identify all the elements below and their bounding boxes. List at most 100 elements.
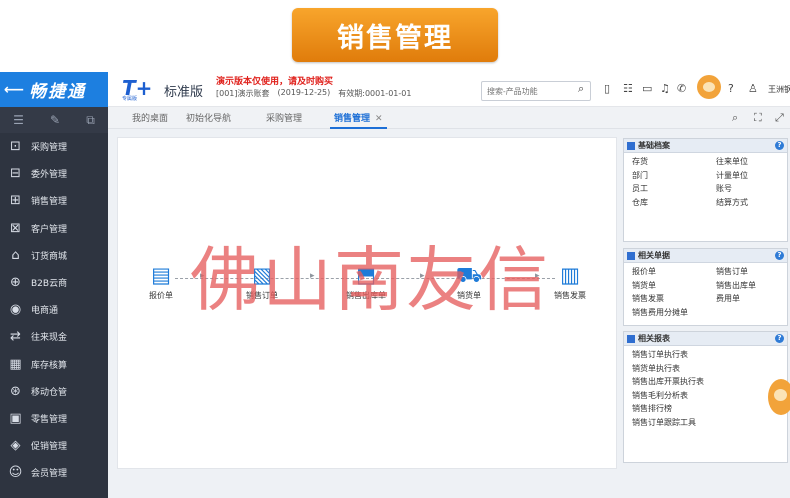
panel-link[interactable]: 销售发票 bbox=[632, 292, 716, 306]
assistant-mascot[interactable] bbox=[768, 379, 790, 415]
checklist-icon[interactable]: ☷ bbox=[623, 82, 633, 95]
sidebar-item[interactable]: ⇄ 往来现金 bbox=[0, 323, 108, 350]
sidebar-item[interactable]: ⌂ 订货商城 bbox=[0, 242, 108, 269]
panel-link[interactable]: 销售费用分摊单 bbox=[632, 306, 716, 320]
back-arrow-icon[interactable]: ⟵ bbox=[4, 82, 24, 98]
user-name[interactable]: 王洲钢 bbox=[768, 84, 790, 95]
panel-header: 基础档案 ? bbox=[624, 139, 787, 153]
close-icon[interactable]: ✕ bbox=[375, 114, 383, 124]
report-link[interactable]: 销售订单执行表 bbox=[632, 348, 782, 362]
message-icon[interactable]: ▭ bbox=[642, 82, 652, 95]
assistant-avatar[interactable] bbox=[697, 75, 721, 99]
report-link[interactable]: 销售订单跟踪工具 bbox=[632, 416, 782, 430]
help-icon[interactable]: ? bbox=[775, 141, 784, 150]
mall-icon: ⌂ bbox=[11, 247, 20, 263]
sidebar-item[interactable]: ⊡ 采购管理 bbox=[0, 133, 108, 160]
panel-link[interactable]: 销售出库单 bbox=[716, 279, 790, 293]
sidebar-item[interactable]: ⊠ 客户管理 bbox=[0, 215, 108, 242]
expand-icon[interactable]: ⤢ bbox=[775, 111, 784, 125]
panel-link[interactable]: 员工 bbox=[632, 182, 716, 196]
sidebar-brand[interactable]: ⟵ 畅捷通 bbox=[0, 72, 108, 107]
quote-icon: ▤ bbox=[151, 263, 171, 287]
panel-link[interactable]: 结算方式 bbox=[716, 196, 790, 210]
archive-icon bbox=[627, 141, 635, 150]
panel-basic-archives: 基础档案 ? 存货 往来单位 部门 计量单位 员工 账号 仓库 结算方式 bbox=[623, 138, 788, 242]
account-name: [001]演示账套 bbox=[216, 89, 270, 98]
report-link[interactable]: 销售出库开票执行表 bbox=[632, 375, 782, 389]
sidebar-item[interactable]: ◉ 电商通 bbox=[0, 296, 108, 323]
help-icon[interactable]: ? bbox=[775, 334, 784, 343]
retail-icon: ▣ bbox=[9, 410, 22, 426]
menu-icon[interactable]: ☰ bbox=[13, 113, 24, 127]
panel-link[interactable]: 费用单 bbox=[716, 292, 790, 306]
account-info: [001]演示账套 (2019-12-25) 有效期:0001-01-01 bbox=[216, 88, 411, 99]
sidebar-item-label: 促销管理 bbox=[31, 442, 68, 453]
panel-header: 相关单据 ? bbox=[624, 249, 787, 263]
panel-header: 相关报表 ? bbox=[624, 332, 787, 346]
sidebar-item-label: 采购管理 bbox=[31, 143, 68, 154]
product-logo-sub: 专属版 bbox=[122, 96, 138, 102]
report-link[interactable]: 销售排行榜 bbox=[632, 402, 782, 416]
search-icon[interactable]: ⌕ bbox=[578, 82, 584, 96]
sales-icon: ⊞ bbox=[10, 193, 21, 209]
report-link[interactable]: 销售毛利分析表 bbox=[632, 389, 782, 403]
sidebar-item[interactable]: ▣ 零售管理 bbox=[0, 405, 108, 432]
sidebar-item-label: 电商通 bbox=[31, 306, 59, 317]
panel-link[interactable]: 仓库 bbox=[632, 196, 716, 210]
sidebar-tools: ☰ ✎ ⧉ bbox=[0, 107, 108, 133]
new-window-icon[interactable]: ⧉ bbox=[86, 113, 95, 128]
panel-link[interactable]: 部门 bbox=[632, 169, 716, 183]
sidebar-item[interactable]: ⊕ B2B云商 bbox=[0, 269, 108, 296]
account-date: (2019-12-25) bbox=[277, 88, 331, 97]
sidebar-item[interactable]: ◈ 促销管理 bbox=[0, 432, 108, 459]
phone-icon[interactable]: ✆ bbox=[677, 82, 686, 95]
report-link[interactable]: 销货单执行表 bbox=[632, 362, 782, 376]
sidebar-item-label: 会员管理 bbox=[31, 469, 68, 480]
sidebar-item[interactable]: ▦ 库存核算 bbox=[0, 351, 108, 378]
ecommerce-icon: ◉ bbox=[9, 302, 22, 318]
cash-icon: ⇄ bbox=[10, 329, 21, 345]
report-icon bbox=[627, 334, 635, 343]
sidebar: ⟵ 畅捷通 ☰ ✎ ⧉ ⊡ 采购管理 ⊟ 委外管理 ⊞ 销售管理 ⊠ 客户管理 ⌂ 订货商城 ⊕ B2… bbox=[0, 72, 108, 498]
device-icon[interactable]: ▯ bbox=[604, 82, 610, 95]
panel-link[interactable]: 账号 bbox=[716, 182, 790, 196]
bell-icon[interactable]: ♫ bbox=[660, 82, 670, 95]
search-input[interactable] bbox=[481, 81, 591, 101]
tab-desktop[interactable]: 我的桌面 bbox=[132, 111, 168, 124]
sidebar-item[interactable]: ⊞ 销售管理 bbox=[0, 187, 108, 214]
sidebar-menu: ⊡ 采购管理 ⊟ 委外管理 ⊞ 销售管理 ⊠ 客户管理 ⌂ 订货商城 ⊕ B2B云商 ◉ 电商通 ⇄ 往来现金… bbox=[0, 133, 108, 486]
panel-related-reports: 相关报表 ? 销售订单执行表 销货单执行表 销售出库开票执行表 销售毛利分析表 销售排行… bbox=[623, 331, 788, 463]
help-icon[interactable]: ? bbox=[775, 251, 784, 260]
sidebar-item-label: 往来现金 bbox=[31, 333, 68, 344]
sidebar-item-label: 零售管理 bbox=[31, 414, 68, 425]
panel-link[interactable]: 销售订单 bbox=[716, 265, 790, 279]
panel-title: 相关单据 bbox=[638, 251, 670, 260]
tab-init-guide[interactable]: 初始化导航 bbox=[186, 111, 231, 124]
member-icon: ☺ bbox=[8, 465, 23, 481]
panel-link[interactable]: 往来单位 bbox=[716, 155, 790, 169]
tab-sales[interactable]: 销售管理 ✕ bbox=[330, 111, 387, 129]
help-icon[interactable]: ? bbox=[728, 82, 734, 95]
sidebar-item-label: 客户管理 bbox=[31, 224, 68, 235]
panel-link[interactable]: 计量单位 bbox=[716, 169, 790, 183]
edit-icon[interactable]: ✎ bbox=[50, 113, 60, 127]
customer-icon: ⊠ bbox=[10, 220, 21, 236]
sidebar-item[interactable]: ⊟ 委外管理 bbox=[0, 160, 108, 187]
fullscreen-icon[interactable]: ⛶ bbox=[754, 111, 762, 125]
brand-name: 畅捷通 bbox=[29, 82, 87, 102]
flow-node-quote[interactable]: ▤ 报价单 bbox=[131, 262, 191, 301]
user-icon[interactable]: ♙ bbox=[748, 82, 758, 95]
sidebar-item[interactable]: ⊛ 移动仓管 bbox=[0, 378, 108, 405]
panel-related-docs: 相关单据 ? 报价单 销售订单 销货单 销售出库单 销售发票 费用单 销售费用分摊单 bbox=[623, 248, 788, 326]
sidebar-item-label: 委外管理 bbox=[31, 170, 68, 181]
panel-link[interactable]: 销货单 bbox=[632, 279, 716, 293]
sidebar-item-label: 移动仓管 bbox=[31, 387, 68, 398]
sidebar-item[interactable]: ☺ 会员管理 bbox=[0, 459, 108, 486]
panel-title: 相关报表 bbox=[638, 334, 670, 343]
tab-purchase[interactable]: 采购管理 bbox=[266, 111, 302, 124]
panel-link[interactable]: 报价单 bbox=[632, 265, 716, 279]
sidebar-item-label: 库存核算 bbox=[31, 360, 68, 371]
sidebar-item-label: 销售管理 bbox=[31, 197, 68, 208]
panel-link[interactable]: 存货 bbox=[632, 155, 716, 169]
search-icon[interactable]: ⌕ bbox=[732, 111, 738, 125]
